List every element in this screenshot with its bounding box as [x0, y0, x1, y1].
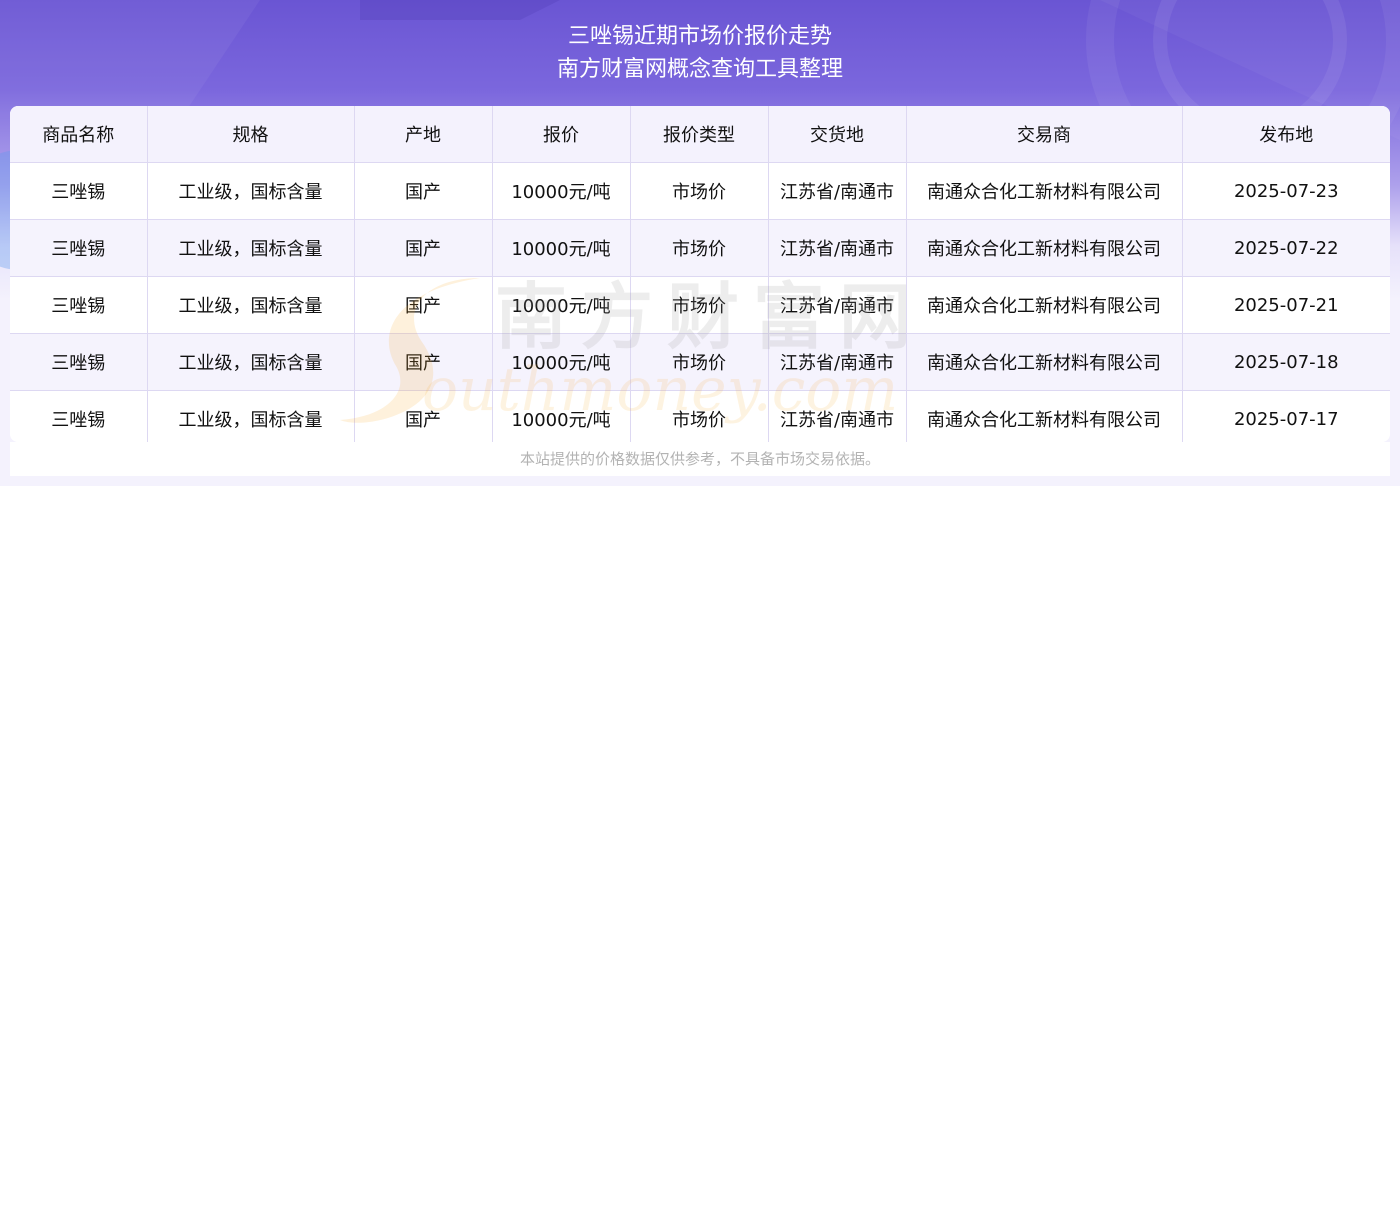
cell-delivery-place: 江苏省/南通市 — [768, 162, 907, 220]
price-table: 商品名称 规格 产地 报价 报价类型 交货地 交易商 发布地 三唑锡 工业级，国… — [10, 106, 1390, 442]
cell-price: 10000元/吨 — [492, 219, 631, 277]
table-row: 三唑锡 工业级，国标含量 国产 10000元/吨 市场价 江苏省/南通市 南通众… — [10, 162, 1390, 220]
cell-publish-date: 2025-07-22 — [1182, 219, 1390, 277]
cell-product-name: 三唑锡 — [10, 333, 148, 391]
cell-origin: 国产 — [354, 162, 493, 220]
cell-product-name: 三唑锡 — [10, 390, 148, 442]
cell-spec: 工业级，国标含量 — [147, 219, 355, 277]
cell-price-type: 市场价 — [630, 219, 769, 277]
cell-origin: 国产 — [354, 219, 493, 277]
cell-publish-date: 2025-07-21 — [1182, 276, 1390, 334]
cell-price-type: 市场价 — [630, 162, 769, 220]
cell-trader: 南通众合化工新材料有限公司 — [906, 390, 1183, 442]
cell-spec: 工业级，国标含量 — [147, 390, 355, 442]
cell-trader: 南通众合化工新材料有限公司 — [906, 162, 1183, 220]
cell-origin: 国产 — [354, 390, 493, 442]
column-header-spec: 规格 — [147, 106, 355, 163]
cell-trader: 南通众合化工新材料有限公司 — [906, 276, 1183, 334]
cell-publish-date: 2025-07-18 — [1182, 333, 1390, 391]
page-title: 三唑锡近期市场价报价走势 — [567, 24, 832, 49]
page-subtitle: 南方财富网概念查询工具整理 — [556, 57, 843, 82]
column-header-origin: 产地 — [354, 106, 493, 163]
cell-price: 10000元/吨 — [492, 333, 631, 391]
cell-delivery-place: 江苏省/南通市 — [768, 219, 907, 277]
cell-publish-date: 2025-07-23 — [1182, 162, 1390, 220]
column-header-price: 报价 — [492, 106, 631, 163]
price-card: 三唑锡近期市场价报价走势 南方财富网概念查询工具整理 商品名称 规格 产地 报价 — [0, 0, 1400, 486]
column-header-price-type: 报价类型 — [630, 106, 769, 163]
disclaimer-text: 本站提供的价格数据仅供参考，不具备市场交易依据。 — [10, 442, 1390, 476]
cell-delivery-place: 江苏省/南通市 — [768, 390, 907, 442]
cell-origin: 国产 — [354, 333, 493, 391]
cell-price: 10000元/吨 — [492, 390, 631, 442]
column-header-delivery-place: 交货地 — [768, 106, 907, 163]
cell-origin: 国产 — [354, 276, 493, 334]
cell-spec: 工业级，国标含量 — [147, 162, 355, 220]
cell-price-type: 市场价 — [630, 390, 769, 442]
cell-delivery-place: 江苏省/南通市 — [768, 276, 907, 334]
column-header-publish: 发布地 — [1182, 106, 1390, 163]
cell-product-name: 三唑锡 — [10, 162, 148, 220]
cell-price: 10000元/吨 — [492, 162, 631, 220]
cell-publish-date: 2025-07-17 — [1182, 390, 1390, 442]
cell-spec: 工业级，国标含量 — [147, 333, 355, 391]
table-row: 三唑锡 工业级，国标含量 国产 10000元/吨 市场价 江苏省/南通市 南通众… — [10, 219, 1390, 277]
price-table-container: 商品名称 规格 产地 报价 报价类型 交货地 交易商 发布地 三唑锡 工业级，国… — [10, 106, 1390, 442]
table-header-row: 商品名称 规格 产地 报价 报价类型 交货地 交易商 发布地 — [10, 106, 1390, 163]
cell-price: 10000元/吨 — [492, 276, 631, 334]
table-row: 三唑锡 工业级，国标含量 国产 10000元/吨 市场价 江苏省/南通市 南通众… — [10, 333, 1390, 391]
cell-price-type: 市场价 — [630, 276, 769, 334]
table-row: 三唑锡 工业级，国标含量 国产 10000元/吨 市场价 江苏省/南通市 南通众… — [10, 276, 1390, 334]
cell-delivery-place: 江苏省/南通市 — [768, 333, 907, 391]
cell-price-type: 市场价 — [630, 333, 769, 391]
column-header-product-name: 商品名称 — [10, 106, 148, 163]
table-row: 三唑锡 工业级，国标含量 国产 10000元/吨 市场价 江苏省/南通市 南通众… — [10, 390, 1390, 442]
column-header-trader: 交易商 — [906, 106, 1183, 163]
cell-product-name: 三唑锡 — [10, 276, 148, 334]
cell-product-name: 三唑锡 — [10, 219, 148, 277]
cell-trader: 南通众合化工新材料有限公司 — [906, 333, 1183, 391]
cell-spec: 工业级，国标含量 — [147, 276, 355, 334]
cell-trader: 南通众合化工新材料有限公司 — [906, 219, 1183, 277]
